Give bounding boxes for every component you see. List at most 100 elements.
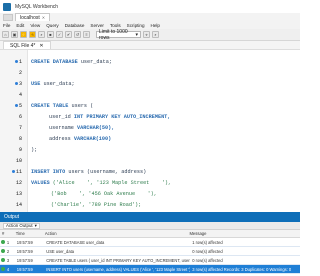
connection-tab-bar: localhost ✕: [0, 13, 300, 21]
mysql-workbench-logo-icon: [3, 2, 11, 11]
limit-rows-select[interactable]: Limit to 1000 rows ▾: [96, 28, 141, 41]
limit-rows-value: Limit to 1000 rows: [99, 28, 128, 41]
menu-server[interactable]: Server: [87, 23, 107, 28]
line-number: 11: [2, 166, 22, 177]
connection-tab[interactable]: localhost ✕: [15, 13, 51, 21]
code-line: ('Charlie', '789 Pine Road');: [51, 201, 142, 208]
output-row-time: 19:57:59: [16, 239, 33, 245]
execute-icon[interactable]: ⚡: [20, 31, 27, 38]
line-number: 9: [18, 146, 22, 153]
column-header-message: Message: [189, 231, 207, 236]
line-number: 8: [18, 135, 22, 142]
sql-editor[interactable]: 1 2 3 4 5 6 7 8 9 10 11 12 13 14 CREATE …: [0, 50, 300, 212]
menu-database[interactable]: Database: [62, 23, 88, 28]
stop-icon[interactable]: ■: [47, 31, 54, 38]
line-number: 10: [15, 157, 22, 164]
output-row-num: 2: [6, 248, 10, 254]
format-icon[interactable]: ⋄: [143, 31, 150, 38]
code-area[interactable]: CREATE DATABASE user_data; USE user_data…: [31, 50, 300, 212]
output-row-time: 19:57:59: [16, 266, 33, 272]
tab-close-icon[interactable]: ✕: [39, 43, 43, 49]
home-tab-icon[interactable]: [3, 14, 13, 21]
statement-marker-icon: [14, 82, 18, 85]
output-row-message: 0 row(s) affected: [192, 257, 223, 263]
line-number: 7: [18, 124, 22, 131]
code-line: );: [31, 146, 38, 153]
code-line: CREATE TABLE users (: [31, 102, 94, 109]
output-row-time: 19:57:59: [16, 257, 33, 263]
beautify-icon[interactable]: ≡: [83, 31, 90, 38]
sql-file-tab-label: SQL File 4*: [10, 42, 36, 49]
output-row-message: 1 row(s) affected: [192, 239, 223, 245]
chevron-down-icon: ▾: [135, 31, 138, 38]
line-number: 1: [2, 56, 22, 67]
menu-bar: File Edit View Query Database Server Too…: [0, 21, 300, 29]
output-row-message: 0 row(s) affected: [192, 248, 223, 254]
output-row-action: INSERT INTO users (username, address) VA…: [46, 266, 191, 272]
commit-icon[interactable]: ✔: [65, 31, 72, 38]
line-number: 12: [15, 179, 22, 186]
menu-scripting[interactable]: Scripting: [124, 23, 148, 28]
line-number: 6: [18, 113, 22, 120]
connection-tab-label: localhost: [20, 14, 40, 21]
statement-marker-icon: [14, 60, 18, 63]
output-row-num: 1: [6, 239, 10, 245]
code-line: USE user_data;: [31, 80, 75, 87]
editor-toolbar: ⌂ ▣ ⚡ ϟ ⌕ ■ ✓ ✔ ↺ ≡ Limit to 1000 rows ▾…: [0, 29, 300, 41]
output-row[interactable]: 1 19:57:59 CREATE DATABASE user_data 1 r…: [0, 238, 300, 247]
toggle-autocommit-icon[interactable]: ✓: [56, 31, 63, 38]
code-line: INSERT INTO users (username, address): [31, 168, 147, 175]
window-title: MySQL Workbench: [15, 3, 59, 10]
chevron-down-icon: ▾: [34, 222, 37, 228]
rollback-icon[interactable]: ↺: [74, 31, 81, 38]
output-panel-title: Output: [0, 212, 300, 222]
line-number: 4: [18, 91, 22, 98]
output-row-selected[interactable]: 4 19:57:59 INSERT INTO users (username, …: [0, 265, 300, 274]
output-type-value: Action Output: [6, 223, 33, 228]
line-number-gutter: 1 2 3 4 5 6 7 8 9 10 11 12 13 14: [0, 50, 28, 212]
output-row-message: 3 row(s) affected Records: 3 Duplicates:…: [192, 266, 292, 272]
code-line: username VARCHAR(50),: [49, 124, 115, 131]
output-row-time: 19:57:59: [16, 248, 33, 254]
line-number: 14: [15, 201, 22, 208]
code-line: CREATE DATABASE user_data;: [31, 58, 112, 65]
output-row-action: CREATE DATABASE user_data: [46, 239, 105, 245]
sql-tab-bar: SQL File 4* ✕: [0, 41, 300, 50]
line-number: 2: [18, 69, 22, 76]
line-number: 3: [2, 78, 22, 89]
sql-file-tab[interactable]: SQL File 4* ✕: [3, 41, 51, 49]
line-number: 5: [2, 100, 22, 111]
menu-file[interactable]: File: [0, 23, 13, 28]
output-type-select[interactable]: Action Output ▾: [3, 222, 40, 229]
output-row-action: USE user_data: [46, 248, 75, 254]
save-icon[interactable]: ▣: [11, 31, 18, 38]
menu-edit[interactable]: Edit: [13, 23, 27, 28]
column-header-action: Action: [44, 231, 57, 236]
column-header-num: #: [2, 231, 5, 236]
output-grid-header: # Time Action Message: [0, 230, 300, 238]
menu-view[interactable]: View: [27, 23, 43, 28]
code-line: VALUES ('Alice ', '123 Maple Street '),: [31, 179, 172, 186]
code-line: ('Bob ', '456 Oak Avenue '),: [51, 190, 157, 197]
menu-tools[interactable]: Tools: [107, 23, 124, 28]
output-toolbar: Action Output ▾: [0, 222, 300, 230]
menu-query[interactable]: Query: [43, 23, 62, 28]
workbench-window: MySQL Workbench localhost ✕ File Edit Vi…: [0, 0, 300, 276]
menu-help[interactable]: Help: [148, 23, 163, 28]
output-row-action: CREATE TABLE users ( user_id INT PRIMARY…: [46, 257, 191, 263]
open-file-icon[interactable]: ⌂: [2, 31, 9, 38]
title-bar: MySQL Workbench: [0, 0, 300, 13]
line-number: 13: [15, 190, 22, 197]
search-icon[interactable]: ⌕: [152, 31, 159, 38]
column-header-time: Time: [15, 231, 25, 236]
output-row[interactable]: 2 19:57:59 USE user_data 0 row(s) affect…: [0, 247, 300, 256]
output-row-num: 3: [6, 257, 10, 263]
output-row[interactable]: 3 19:57:59 CREATE TABLE users ( user_id …: [0, 256, 300, 265]
close-icon[interactable]: ✕: [42, 15, 45, 20]
execute-current-icon[interactable]: ϟ: [29, 31, 36, 38]
output-row-num: 4: [6, 266, 10, 272]
statement-marker-icon: [14, 104, 18, 107]
explain-icon[interactable]: ⌕: [38, 31, 45, 38]
code-line: user_id INT PRIMARY KEY AUTO_INCREMENT,: [49, 113, 171, 120]
statement-marker-icon: [11, 170, 15, 173]
